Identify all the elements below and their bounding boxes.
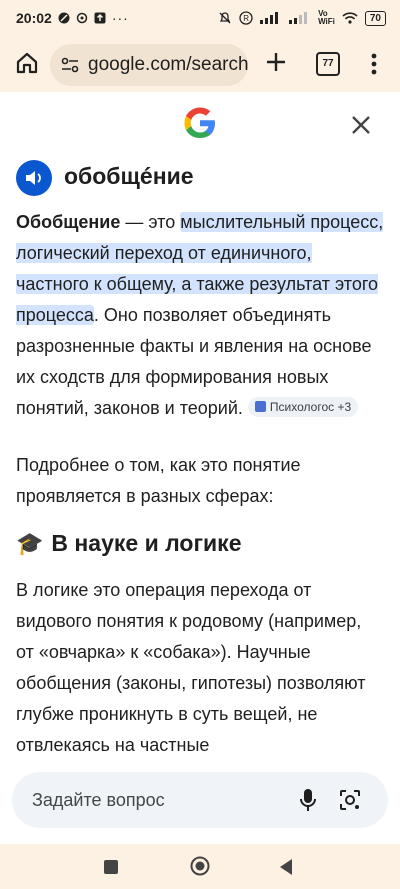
wifi-icon [342, 12, 358, 24]
google-lens-icon[interactable] [338, 788, 362, 812]
more-notifications-icon: ··· [111, 10, 129, 26]
google-logo-icon [184, 107, 215, 138]
tab-switcher-button[interactable]: 77 [316, 52, 340, 76]
vowifi-label: Vo WiFi [318, 9, 335, 26]
intro-paragraph: Подробнее о том, как это понятие проявля… [16, 455, 301, 506]
definition-term: Обобщение [16, 212, 121, 232]
section-paragraph: В логике это операция перехода от видово… [16, 580, 366, 755]
registered-icon: R [239, 11, 253, 25]
section-heading: 🎓 В науке и логике [16, 530, 241, 557]
definition-word: обобщéние [64, 163, 194, 189]
new-tab-icon[interactable] [262, 48, 290, 76]
more-menu-icon[interactable] [366, 50, 382, 78]
speaker-icon [26, 171, 41, 185]
system-navigation-bar [0, 844, 400, 889]
ask-input[interactable]: Задайте вопрос [12, 772, 388, 828]
status-bar: 20:02 ··· R Vo WiFi 70 [0, 0, 400, 36]
back-button[interactable] [278, 858, 294, 876]
section-title: В науке и логике [51, 530, 242, 556]
battery-icon: 70 [364, 10, 386, 26]
ask-placeholder: Задайте вопрос [32, 789, 165, 810]
home-icon[interactable] [14, 50, 40, 76]
url-text: google.com/search [88, 54, 248, 75]
svg-text:R: R [243, 14, 249, 23]
pronunciation-speaker-button[interactable] [16, 160, 52, 196]
definition-dash: — это [120, 212, 181, 232]
signal-2-icon [289, 12, 308, 24]
source-chip[interactable]: Психологос +3 [247, 396, 359, 417]
dnd-circle-icon [58, 12, 70, 24]
recent-apps-button[interactable] [104, 860, 118, 874]
home-button[interactable] [190, 856, 210, 876]
source-chip-label: Психологос +3 [269, 399, 352, 414]
mute-bell-icon [219, 12, 231, 24]
site-settings-icon[interactable] [60, 55, 80, 75]
signal-icon [260, 12, 279, 24]
definition-paragraph: Обобщение — это мыслительный процесс, ло… [16, 207, 384, 424]
microphone-icon[interactable] [298, 788, 318, 812]
status-time: 20:02 [16, 10, 52, 26]
upload-icon [94, 12, 106, 24]
address-bar[interactable]: google.com/search [50, 44, 248, 86]
source-icon [254, 401, 266, 412]
openai-icon [76, 12, 88, 24]
close-icon[interactable] [348, 112, 374, 138]
browser-toolbar: google.com/search 77 [0, 36, 400, 92]
graduation-cap-icon: 🎓 [16, 530, 44, 556]
